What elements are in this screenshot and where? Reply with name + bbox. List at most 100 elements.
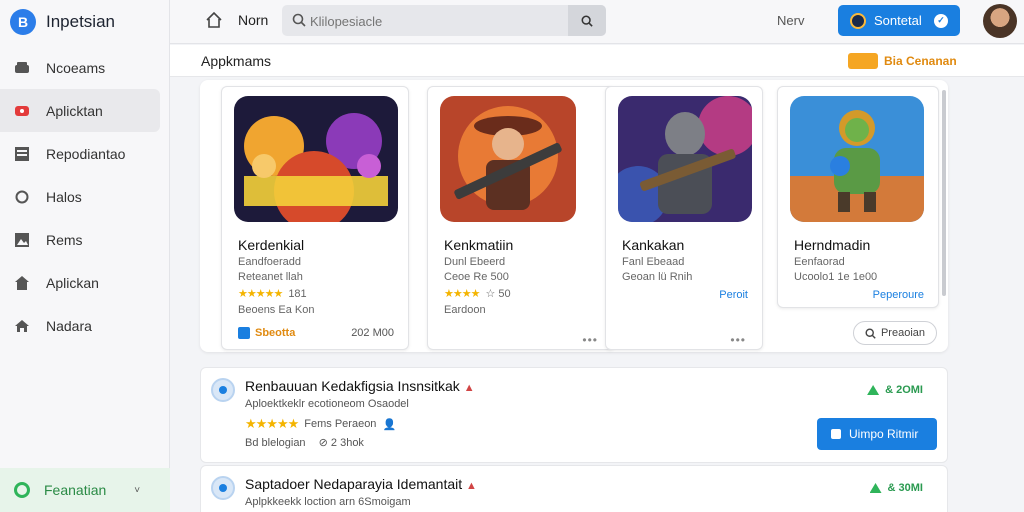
house-icon: [14, 318, 30, 334]
app-artwork-warrior: [440, 96, 576, 222]
list-item-subtitle: Aplpkkeekk loction arn 6Smoigam: [245, 496, 411, 508]
app-subtitle: Eenfaorad: [794, 256, 845, 268]
downloads-stat: & 30MI: [869, 482, 923, 494]
account-icon: [850, 12, 866, 29]
sidebar: B Inpetsian Ncoeams Aplicktan Repodianta…: [0, 0, 170, 512]
search-button[interactable]: [568, 5, 606, 36]
sidebar-item-1[interactable]: Ncoeams: [0, 46, 170, 89]
app-meta: Eardoon: [444, 304, 486, 316]
app-title: Kankakan: [622, 237, 685, 253]
chevron-down-icon[interactable]: ˅: [134, 485, 140, 496]
app-card-area: Kerdenkial Eandfoeradd Reteanet llah ★★★…: [200, 80, 948, 352]
app-meta: Beoens Ea Kon: [238, 304, 315, 316]
app-card[interactable]: Kerdenkial Eandfoeradd Reteanet llah ★★★…: [221, 86, 409, 350]
update-button-label: Uimpo Ritmir: [849, 427, 919, 441]
search-icon: [292, 13, 306, 27]
app-size: 202 M00: [351, 327, 394, 339]
app-subtitle: Dunl Ebeerd: [444, 256, 506, 268]
list-item-title: Renbauuan Kedakfigsia Insnsitkak ▲: [245, 378, 475, 394]
record-icon: [14, 103, 30, 119]
promo-badge[interactable]: Bia Cenanan: [848, 53, 957, 69]
list-item-subtitle: Aploektkeklr ecotioneom Osaodel: [245, 398, 409, 410]
app-card[interactable]: Kenkmatiin Dunl Ebeerd Ceoe Re 500 ★★★★ …: [427, 86, 615, 350]
brand-logo-icon: B: [10, 9, 36, 35]
promo-tag-icon: [848, 53, 878, 69]
search-icon: [865, 327, 876, 339]
list-item[interactable]: Saptadoer Nedaparayia Idemantait ▲ Aplpk…: [200, 465, 948, 512]
flag-icon: ▲: [466, 480, 477, 492]
rating-stars: ★★★★: [444, 288, 480, 300]
footer-label: Feanatian: [44, 482, 107, 498]
home-outline-icon[interactable]: [205, 11, 223, 29]
sidebar-item-label: Aplicktan: [46, 102, 103, 119]
trend-up-icon: [867, 385, 880, 395]
app-tag[interactable]: Sbeotta: [238, 327, 295, 339]
app-subtitle-2: Geoan lü Rnih: [622, 271, 693, 283]
sidebar-item-3[interactable]: Repodiantao: [0, 132, 170, 175]
search-input[interactable]: [310, 12, 560, 30]
app-subtitle-2: Ucoolo1 1e 1e00: [794, 271, 878, 283]
avatar[interactable]: [983, 4, 1017, 38]
app-icon: [211, 378, 235, 402]
app-card[interactable]: Kankakan Fanl Ebeaad Geoan lü Rnih Peroi…: [605, 86, 763, 350]
app-artwork-knight: [618, 96, 752, 222]
rating-count: ☆ 50: [485, 288, 511, 300]
clock-icon: ⊘: [318, 437, 328, 449]
promo-text: Bia Cenanan: [884, 54, 957, 68]
signin-label: Sontetal: [874, 13, 922, 28]
home-icon: [14, 275, 30, 291]
signin-button[interactable]: Sontetal ✓: [838, 5, 960, 36]
next-link[interactable]: Nerv: [777, 13, 804, 28]
meta-label: Fems Peraeon: [304, 418, 377, 430]
app-tag-label: Sbeotta: [255, 327, 296, 339]
brand-name: Inpetsian: [46, 12, 115, 31]
sidebar-item-label: Repodiantao: [46, 145, 126, 162]
preview-label: Preaoian: [880, 327, 926, 339]
app-title: Herndmadin: [794, 237, 871, 253]
app-artwork-creature: [790, 96, 924, 222]
search-bar: [282, 5, 606, 36]
sidebar-item-5[interactable]: Rems: [0, 218, 170, 261]
brand[interactable]: B Inpetsian: [10, 8, 115, 36]
section-title: Appkmams: [201, 53, 272, 69]
search-icon: [581, 15, 593, 27]
update-button[interactable]: Uimpo Ritmir: [817, 418, 937, 450]
list-item[interactable]: Renbauuan Kedakfigsia Insnsitkak ▲ Aploe…: [200, 367, 948, 463]
rating-count: 181: [288, 287, 307, 300]
app-card[interactable]: Herndmadin Eenfaorad Ucoolo1 1e 1e00 Pep…: [777, 86, 939, 308]
carousel-scrollbar[interactable]: [942, 90, 946, 296]
more-options-icon[interactable]: •••: [730, 333, 746, 347]
rating-stars: ★★★★★: [238, 288, 283, 300]
app-subtitle: Eandfoeradd: [238, 256, 301, 268]
grid-icon: [14, 146, 30, 162]
list-item-title: Saptadoer Nedaparayia Idemantait ▲: [245, 476, 477, 492]
more-options-icon[interactable]: •••: [582, 333, 598, 347]
checkbox-icon: [238, 327, 250, 339]
app-action-link[interactable]: Peperoure: [873, 289, 924, 301]
sidebar-item-6[interactable]: Aplickan: [0, 261, 170, 304]
sidebar-item-4[interactable]: Halos: [0, 175, 170, 218]
app-rating: ★★★★ ☆ 50: [444, 287, 511, 300]
preview-button[interactable]: Preaoian: [853, 321, 937, 345]
sidebar-item-label: Nadara: [46, 317, 92, 334]
app-rating: ★★★★★ 181: [238, 287, 307, 301]
app-action-link[interactable]: Peroit: [719, 289, 748, 301]
sidebar-item-7[interactable]: Nadara: [0, 304, 170, 347]
downloads-stat: & 2OMI: [867, 384, 923, 396]
app-title: Kerdenkial: [238, 237, 305, 253]
status-dot-icon: [14, 482, 30, 498]
image-icon: [14, 232, 30, 248]
sidebar-item-label: Aplickan: [46, 274, 99, 291]
app-artwork-sanpalat: [234, 96, 398, 222]
app-title: Kenkmatiin: [444, 237, 514, 253]
home-label[interactable]: Norn: [238, 12, 268, 28]
list-item-meta: ★★★★★ Fems Peraeon 👤: [245, 416, 396, 432]
sidebar-item-label: Rems: [46, 231, 83, 248]
topbar: Norn Nerv Sontetal ✓: [170, 0, 1024, 44]
sidebar-footer[interactable]: Feanatian ˅: [0, 468, 170, 512]
trend-up-icon: [869, 483, 882, 493]
circle-icon: [14, 189, 30, 205]
app-subtitle-2: Ceoe Re 500: [444, 271, 509, 283]
sidebar-item-2[interactable]: Aplicktan: [0, 89, 160, 132]
flag-icon: ▲: [463, 382, 475, 394]
